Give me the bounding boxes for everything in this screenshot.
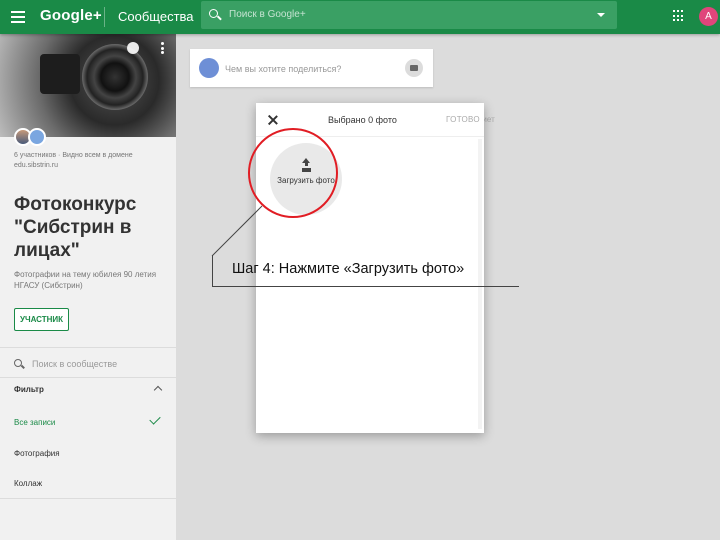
user-avatar xyxy=(199,58,219,78)
chevron-up-icon[interactable] xyxy=(153,385,163,395)
search-icon xyxy=(14,359,22,367)
more-vert-icon[interactable] xyxy=(161,42,164,54)
community-description: Фотографии на тему юбилея 90 летия НГАСУ… xyxy=(14,270,157,290)
camera-icon[interactable] xyxy=(405,59,423,77)
filter-item-all-posts[interactable]: Все записи xyxy=(14,418,55,427)
done-button[interactable]: ГОТОВО xyxy=(446,115,480,124)
add-person-icon[interactable] xyxy=(127,42,139,54)
camera-body-graphic xyxy=(40,54,80,94)
filter-item-photo[interactable]: Фотография xyxy=(14,449,60,458)
instruction-caption: Шаг 4: Нажмите «Загрузить фото» xyxy=(232,261,465,277)
account-avatar[interactable]: А xyxy=(699,7,718,26)
google-plus-logo[interactable]: Google+ xyxy=(40,7,102,24)
members-info: 6 участников · Видно всем в домене edu.s… xyxy=(14,152,133,169)
chevron-down-icon[interactable] xyxy=(597,13,605,17)
member-avatar[interactable] xyxy=(28,128,46,146)
share-input[interactable]: Чем вы хотите поделиться? xyxy=(225,64,341,74)
check-icon xyxy=(149,413,161,425)
dialog-title: Выбрано 0 фото xyxy=(328,115,397,125)
apps-grid-icon[interactable] xyxy=(673,10,685,22)
divider xyxy=(0,377,176,378)
highlight-ring xyxy=(248,128,338,218)
filter-item-collage[interactable]: Коллаж xyxy=(14,479,42,488)
global-search-bar[interactable]: Поиск в Google+ xyxy=(201,1,617,29)
community-search-input[interactable]: Поиск в сообществе xyxy=(32,359,117,369)
header-divider xyxy=(104,7,105,27)
section-title: Сообщества xyxy=(118,9,194,24)
search-icon xyxy=(209,9,218,18)
close-icon[interactable] xyxy=(268,115,278,125)
community-cover-photo xyxy=(0,34,176,137)
filter-header[interactable]: Фильтр xyxy=(14,385,44,394)
community-title: Фотоконкурс "Сибстрин в лицах" xyxy=(14,194,137,261)
menu-icon[interactable] xyxy=(11,11,25,23)
divider xyxy=(0,347,176,348)
camera-lens-graphic xyxy=(82,44,148,110)
top-app-bar: Google+ Сообщества Поиск в Google+ А xyxy=(0,0,720,34)
divider xyxy=(0,498,176,499)
community-sidebar: 6 участников · Видно всем в домене edu.s… xyxy=(0,34,176,540)
member-button[interactable]: УЧАСТНИК xyxy=(14,308,70,331)
global-search-input[interactable]: Поиск в Google+ xyxy=(229,9,306,20)
share-box[interactable]: Чем вы хотите поделиться? xyxy=(190,49,433,87)
